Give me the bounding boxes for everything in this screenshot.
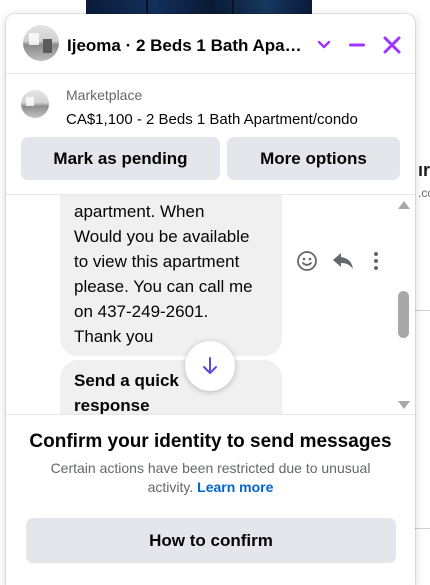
thumbnail-window-shape — [26, 97, 34, 106]
notice-title: Confirm your identity to send messages — [29, 431, 392, 452]
avatar-door-shape — [43, 39, 52, 53]
scroll-to-bottom-button[interactable] — [185, 341, 235, 391]
quick-response-bubble[interactable]: Send a quick response — [60, 360, 282, 414]
background-partial-text: .cc — [418, 186, 430, 200]
chat-title[interactable]: Ijeoma · 2 Beds 1 Bath Apa… — [67, 36, 302, 56]
identity-notice: Confirm your identity to send messages C… — [6, 415, 415, 585]
chat-header[interactable]: Ijeoma · 2 Beds 1 Bath Apa… — [6, 14, 415, 73]
listing-title[interactable]: CA$1,100 - 2 Beds 1 Bath Apartment/condo — [66, 111, 358, 128]
background-divider — [414, 528, 430, 529]
message-bubble[interactable]: apartment. When Would you be available t… — [60, 195, 282, 356]
reply-icon[interactable] — [330, 249, 356, 273]
mark-as-pending-button[interactable]: Mark as pending — [21, 137, 220, 180]
listing-source: Marketplace — [66, 87, 143, 103]
more-options-button[interactable]: More options — [227, 137, 400, 180]
message-thread[interactable]: apartment. When Would you be available t… — [6, 195, 415, 414]
scroll-down-arrow[interactable] — [398, 401, 410, 409]
message-scrollbar[interactable] — [396, 195, 412, 414]
learn-more-link[interactable]: Learn more — [197, 479, 273, 495]
scrollbar-thumb[interactable] — [398, 291, 409, 338]
minimize-icon[interactable] — [346, 34, 368, 56]
chat-window: Ijeoma · 2 Beds 1 Bath Apa… Marketplace … — [6, 14, 415, 585]
listing-thumbnail[interactable] — [21, 90, 49, 118]
listing-card: Marketplace CA$1,100 - 2 Beds 1 Bath Apa… — [6, 74, 415, 194]
how-to-confirm-button[interactable]: How to confirm — [26, 518, 396, 563]
chevron-down-icon[interactable] — [313, 34, 335, 56]
arrow-down-icon — [203, 357, 217, 374]
quick-response-text: Send a quick response — [74, 371, 179, 414]
avatar[interactable] — [23, 25, 59, 61]
background-divider — [414, 310, 430, 311]
message-text: apartment. When Would you be available t… — [74, 202, 253, 346]
background-partial-heading: ır — [418, 160, 430, 180]
avatar-window-shape — [29, 33, 39, 45]
smiley-face-icon[interactable] — [295, 249, 319, 273]
more-vertical-icon[interactable] — [366, 249, 386, 273]
notice-body: Certain actions have been restricted due… — [34, 459, 387, 497]
scroll-up-arrow[interactable] — [398, 201, 410, 209]
close-icon[interactable] — [380, 33, 404, 57]
